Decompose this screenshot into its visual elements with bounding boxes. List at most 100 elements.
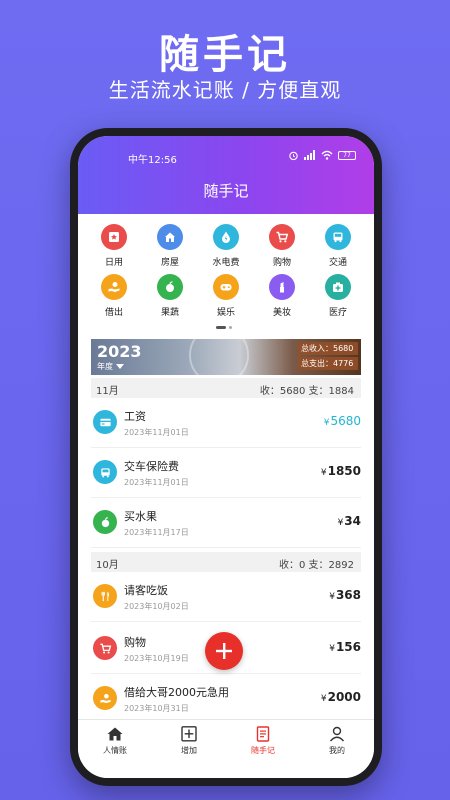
amount-value: 1850 xyxy=(327,464,361,478)
tab-label: 随手记 xyxy=(251,746,275,755)
month-summary: 收：0 支：2892 xyxy=(279,560,354,571)
tab-notes[interactable]: 随手记 xyxy=(226,720,300,778)
bottom-tab-bar: 人情账 增加 随手记 我的 xyxy=(78,719,374,778)
category-daily[interactable]: 日用 xyxy=(92,224,136,268)
amount-value: 5680 xyxy=(330,414,361,428)
category-label: 美妆 xyxy=(272,308,291,318)
bus-icon xyxy=(325,224,351,250)
entry-date: 2023年10月19日 xyxy=(124,654,189,663)
banner-year: 2023 xyxy=(97,342,142,361)
category-label: 医疗 xyxy=(328,308,347,318)
promo-subtitle: 生活流水记账 / 方便直观 xyxy=(108,78,342,102)
entry-row[interactable]: 借给大哥2000元急用 2023年10月31日 ¥2000 xyxy=(91,674,361,724)
entry-name: 买水果 xyxy=(124,510,157,523)
promo-title: 随手记 xyxy=(159,32,291,78)
entry-amount: ¥2000 xyxy=(321,690,361,704)
category-transport[interactable]: 交通 xyxy=(316,224,360,268)
entry-row[interactable]: 工资 2023年11月01日 ¥5680 xyxy=(91,398,361,448)
category-medical[interactable]: 医疗 xyxy=(316,274,360,318)
medkit-icon xyxy=(325,274,351,300)
plus-square-icon xyxy=(181,726,197,742)
tab-profile[interactable]: 我的 xyxy=(300,720,374,778)
category-housing[interactable]: 房屋 xyxy=(148,224,192,268)
year-selector[interactable]: 年度 xyxy=(97,361,124,372)
yen-sign: ¥ xyxy=(329,592,335,602)
amount-value: 368 xyxy=(335,588,361,602)
page-indicator xyxy=(216,326,232,329)
month-summary: 收：5680 支：1884 xyxy=(259,386,354,397)
category-label: 借出 xyxy=(104,308,123,318)
category-beauty[interactable]: 美妆 xyxy=(260,274,304,318)
tab-favors[interactable]: 人情账 xyxy=(78,720,152,778)
category-lend[interactable]: 借出 xyxy=(92,274,136,318)
entry-row[interactable]: 请客吃饭 2023年10月02日 ¥368 xyxy=(91,572,361,622)
user-icon xyxy=(329,726,345,742)
bus-icon xyxy=(93,460,117,484)
app-title: 随手记 xyxy=(203,182,249,200)
card-icon xyxy=(93,410,117,434)
tab-label: 我的 xyxy=(329,746,345,755)
total-expense: 总支出：4776 xyxy=(298,357,358,370)
entry-row[interactable]: 交车保险费 2023年11月01日 ¥1850 xyxy=(91,448,361,498)
month-header-october: 10月 收：0 支：2892 xyxy=(91,552,361,572)
tab-add[interactable]: 增加 xyxy=(152,720,226,778)
category-grid: 日用 房屋 水电费 购物 交通 借出 果蔬 娱乐 美妆 医疗 xyxy=(78,216,374,318)
apple-icon xyxy=(93,510,117,534)
category-label: 娱乐 xyxy=(216,308,235,318)
entry-row[interactable]: 买水果 2023年11月17日 ¥34 xyxy=(91,498,361,548)
caret-down-icon xyxy=(116,364,124,369)
entry-name: 工资 xyxy=(124,410,146,423)
category-label: 水电费 xyxy=(212,258,240,268)
total-income: 总收入：5680 xyxy=(298,342,358,355)
entry-amount: ¥368 xyxy=(329,588,361,602)
month-header-november: 11月 收：5680 支：1884 xyxy=(91,378,361,398)
home-icon xyxy=(107,727,123,741)
page-dot-active xyxy=(216,326,226,329)
wifi-icon xyxy=(321,149,333,161)
phone-screen: 中午12:56 77 随手记 日用 房屋 水电费 购物 交通 借出 果蔬 娱乐 … xyxy=(78,136,374,778)
plus-icon xyxy=(216,643,232,659)
year-summary-banner[interactable]: 2023 年度 总收入：5680 总支出：4776 xyxy=(91,339,361,375)
entry-name: 借给大哥2000元急用 xyxy=(124,686,229,699)
alarm-icon xyxy=(288,149,299,161)
amount-value: 2000 xyxy=(327,690,361,704)
entry-date: 2023年10月31日 xyxy=(124,704,189,713)
status-time: 中午12:56 xyxy=(128,155,177,166)
category-label: 果蔬 xyxy=(160,308,179,318)
house-icon xyxy=(157,224,183,250)
add-entry-button[interactable] xyxy=(205,632,243,670)
amount-value: 34 xyxy=(344,514,361,528)
category-label: 购物 xyxy=(272,258,291,268)
category-entertainment[interactable]: 娱乐 xyxy=(204,274,248,318)
category-label: 交通 xyxy=(328,258,347,268)
month-name: 11月 xyxy=(96,386,119,397)
yen-sign: ¥ xyxy=(323,418,330,428)
banner-decoration xyxy=(189,339,249,375)
category-utilities[interactable]: 水电费 xyxy=(204,224,248,268)
app-header: 中午12:56 77 随手记 xyxy=(78,136,374,214)
entry-amount: ¥1850 xyxy=(321,464,361,478)
tab-label: 人情账 xyxy=(103,746,127,755)
entry-amount: ¥34 xyxy=(338,514,361,528)
month-name: 10月 xyxy=(96,560,119,571)
entry-name: 请客吃饭 xyxy=(124,584,168,597)
entry-date: 2023年11月01日 xyxy=(124,428,189,437)
amount-value: 156 xyxy=(335,640,361,654)
hand-coin-icon xyxy=(101,274,127,300)
battery-icon: 77 xyxy=(338,150,356,160)
notebook-icon xyxy=(256,726,270,742)
gamepad-icon xyxy=(213,274,239,300)
category-shopping[interactable]: 购物 xyxy=(260,224,304,268)
entry-name: 购物 xyxy=(124,636,146,649)
lipstick-icon xyxy=(269,274,295,300)
tab-label: 增加 xyxy=(181,746,197,755)
yen-sign: ¥ xyxy=(320,694,327,704)
category-label: 房屋 xyxy=(160,258,179,268)
entry-amount: ¥5680 xyxy=(324,414,361,428)
drop-bolt-icon xyxy=(213,224,239,250)
entry-date: 2023年11月01日 xyxy=(124,478,189,487)
category-fruit-veg[interactable]: 果蔬 xyxy=(148,274,192,318)
page-dot xyxy=(229,326,232,329)
banner-stats: 总收入：5680 总支出：4776 xyxy=(298,342,358,372)
cart-icon xyxy=(93,636,117,660)
